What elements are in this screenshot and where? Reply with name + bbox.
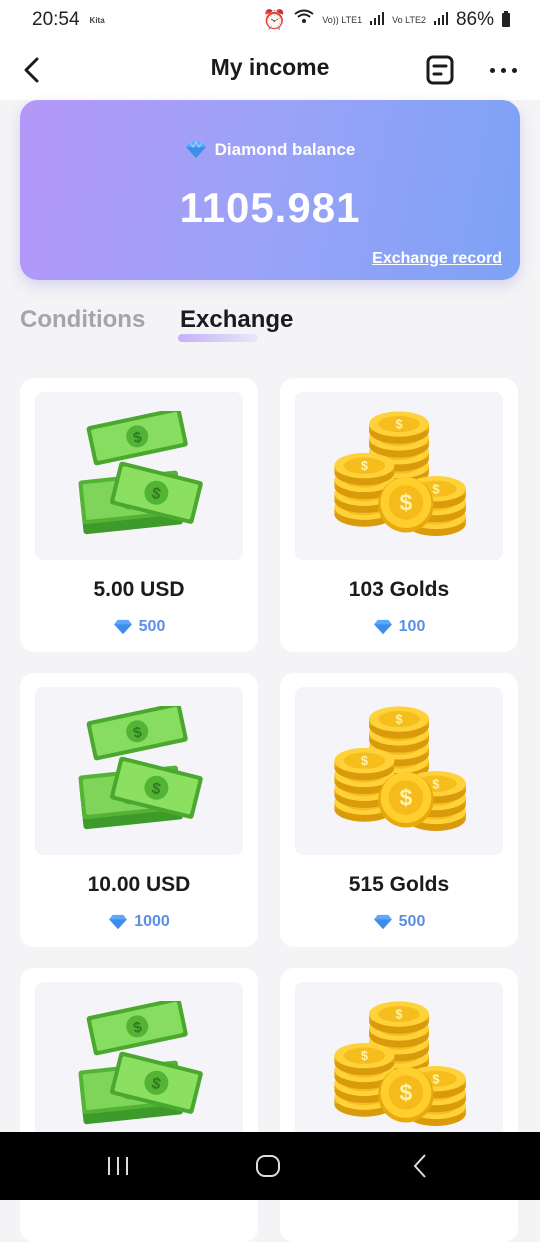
- balance-label-row: Diamond balance: [20, 140, 520, 160]
- network-1-label: Vo)) LTE1: [322, 14, 363, 25]
- item-title: 515 Golds: [348, 873, 450, 896]
- item-image: [35, 982, 243, 1150]
- cash-stack-icon: [78, 411, 204, 535]
- item-image: [295, 687, 503, 855]
- item-cost-value: 100: [398, 618, 426, 635]
- exchange-item-card[interactable]: 5.00 USD 500: [20, 378, 258, 652]
- gold-coins-icon: [314, 401, 484, 551]
- signal-1-icon: [370, 9, 385, 31]
- network-2-label: Vo LTE2: [392, 14, 426, 25]
- carrier-icon: Kita: [89, 15, 105, 25]
- item-image: [35, 392, 243, 560]
- diamond-icon: [373, 914, 392, 930]
- balance-label: Diamond balance: [214, 140, 356, 159]
- status-bar: 20:54 Kita ⏰ Vo)) LTE1 Vo LTE2 86%: [0, 0, 540, 40]
- more-dot: [489, 67, 495, 73]
- exchange-record-link[interactable]: Exchange record: [372, 250, 502, 268]
- item-cost: 100: [280, 618, 518, 636]
- item-image: [295, 982, 503, 1150]
- balance-card: Diamond balance 1105.981 Exchange record: [20, 100, 520, 280]
- item-title: 103 Golds: [348, 578, 450, 601]
- item-cost-value: 500: [398, 913, 426, 930]
- signal-2-icon: [433, 9, 448, 31]
- item-title: 5.00 USD: [93, 578, 185, 601]
- exchange-item-card[interactable]: 515 Golds 500: [280, 673, 518, 947]
- exchange-item-card[interactable]: 103 Golds 100: [280, 378, 518, 652]
- back-arrow-icon: [413, 1154, 426, 1178]
- diamond-icon: [113, 619, 132, 635]
- home-icon: [256, 1155, 280, 1177]
- diamond-icon: [373, 619, 392, 635]
- nav-bar: My income: [0, 40, 540, 100]
- active-tab-indicator: [178, 334, 258, 342]
- exchange-item-card[interactable]: [20, 968, 258, 1242]
- tab-exchange-label: Exchange: [180, 306, 294, 333]
- exchange-item-card[interactable]: 10.00 USD 1000: [20, 673, 258, 947]
- gold-coins-icon: [314, 696, 484, 846]
- more-dot: [511, 67, 517, 73]
- recent-apps-icon: [108, 1157, 128, 1175]
- gold-coins-icon: [314, 991, 484, 1141]
- tab-conditions[interactable]: Conditions: [20, 306, 145, 334]
- cash-stack-icon: [78, 706, 204, 830]
- document-list-icon: [426, 55, 454, 85]
- wifi-icon: [294, 9, 314, 31]
- tab-exchange[interactable]: Exchange: [180, 306, 293, 334]
- battery-percent: 86%: [455, 9, 494, 30]
- balance-value: 1105.981: [179, 184, 361, 231]
- item-cost: 500: [20, 618, 258, 636]
- item-cost: 500: [280, 913, 518, 931]
- system-back-button[interactable]: [390, 1146, 450, 1186]
- item-cost-value: 1000: [134, 913, 170, 930]
- alarm-icon: ⏰: [262, 10, 287, 31]
- home-button[interactable]: [238, 1146, 298, 1186]
- item-title: 10.00 USD: [87, 873, 191, 896]
- battery-icon: [502, 11, 510, 27]
- item-cost: 1000: [20, 913, 258, 931]
- cash-stack-icon: [78, 1001, 204, 1125]
- item-cost-value: 500: [138, 618, 166, 635]
- diamond-icon: [185, 141, 206, 158]
- more-dot: [500, 67, 506, 73]
- status-time: 20:54: [32, 9, 80, 30]
- record-button[interactable]: [420, 50, 460, 90]
- more-button[interactable]: [480, 50, 526, 90]
- system-nav-bar: [0, 1132, 540, 1200]
- item-image: [35, 687, 243, 855]
- exchange-item-card[interactable]: [280, 968, 518, 1242]
- recent-apps-button[interactable]: [88, 1146, 148, 1186]
- item-image: [295, 392, 503, 560]
- diamond-icon: [109, 914, 128, 930]
